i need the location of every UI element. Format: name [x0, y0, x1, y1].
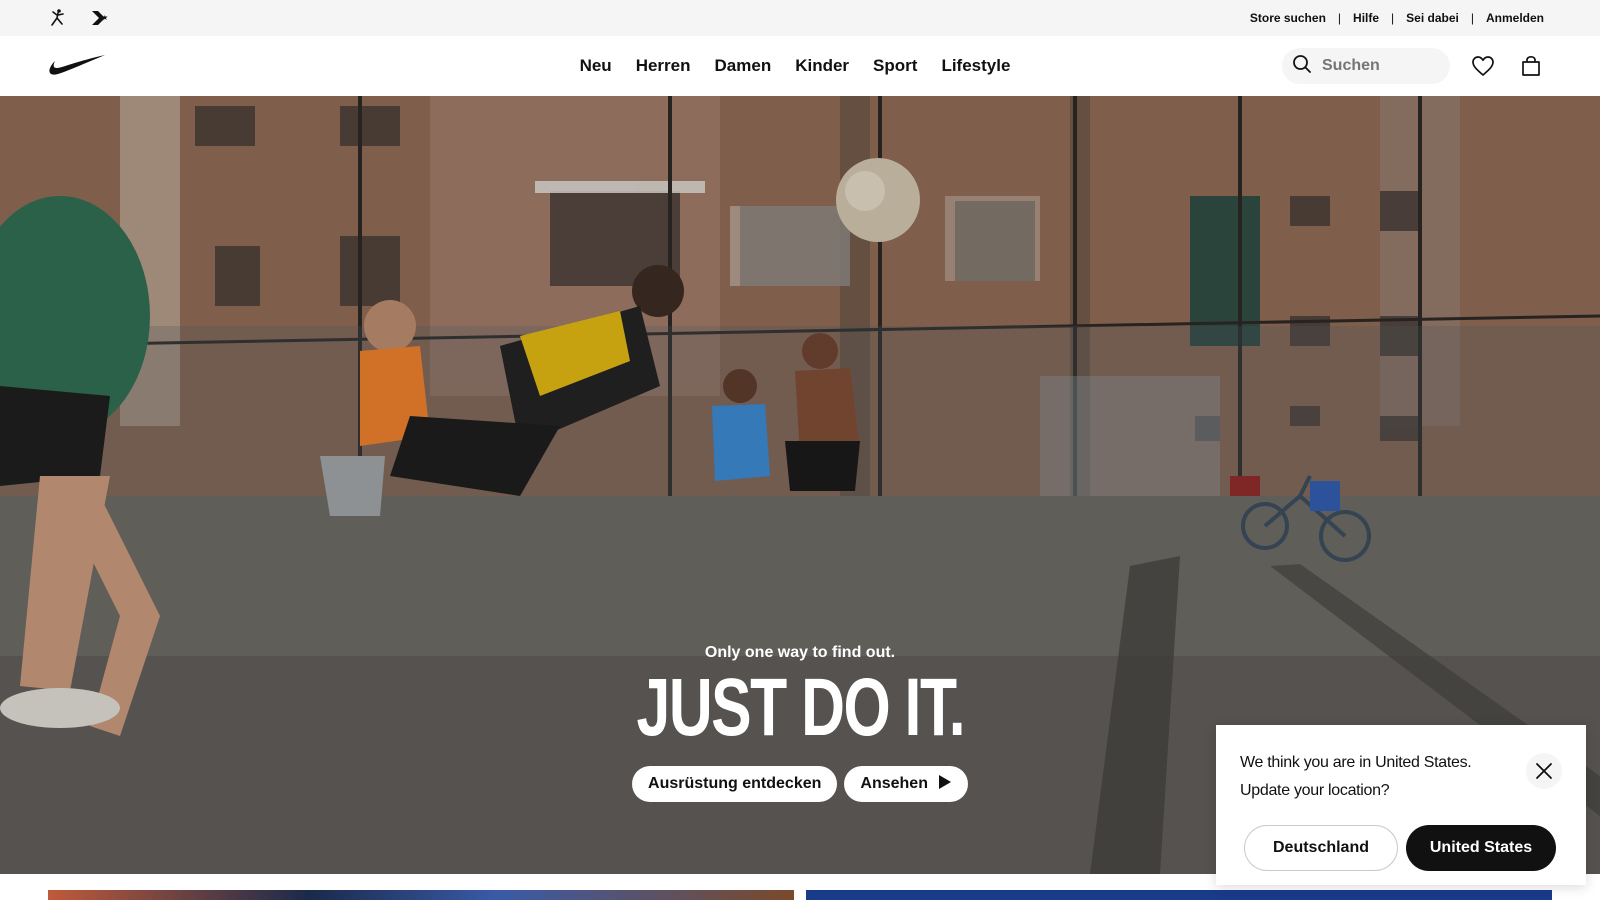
utility-bar: Store suchen | Hilfe | Sei dabei | Anmel…	[0, 0, 1600, 36]
shop-gear-label: Ausrüstung entdecken	[648, 775, 822, 792]
main-navigation: Neu Herren Damen Kinder Sport Lifestyle	[0, 36, 1600, 96]
promo-card-right[interactable]	[806, 890, 1552, 900]
hero-title: JUST DO IT.	[636, 662, 965, 753]
nav-item-women[interactable]: Damen	[715, 56, 772, 76]
brand-switcher	[48, 8, 112, 28]
bag-icon[interactable]	[1516, 51, 1546, 81]
location-message: We think you are in United States. Updat…	[1240, 749, 1510, 805]
nav-item-new[interactable]: Neu	[580, 56, 612, 76]
store-finder-link[interactable]: Store suchen	[1238, 11, 1338, 25]
help-link[interactable]: Hilfe	[1341, 11, 1391, 25]
search-input[interactable]	[1322, 57, 1432, 75]
search-icon[interactable]	[1292, 54, 1312, 79]
hero-subtitle: Only one way to find out.	[704, 644, 896, 661]
converse-icon[interactable]	[90, 8, 112, 28]
watch-video-label: Ansehen	[860, 775, 928, 792]
jordan-jumpman-icon[interactable]	[48, 8, 68, 28]
close-icon[interactable]	[1526, 753, 1562, 789]
location-popup: We think you are in United States. Updat…	[1216, 725, 1586, 885]
switch-united-states-button[interactable]: United States	[1406, 825, 1556, 871]
location-actions: Deutschland United States	[1244, 825, 1562, 871]
location-line-2: Update your location?	[1240, 782, 1390, 799]
nav-actions	[1282, 48, 1546, 84]
nav-item-lifestyle[interactable]: Lifestyle	[941, 56, 1010, 76]
nav-item-sport[interactable]: Sport	[873, 56, 917, 76]
search-box[interactable]	[1282, 48, 1450, 84]
join-link[interactable]: Sei dabei	[1394, 11, 1471, 25]
nike-swoosh-icon[interactable]	[48, 54, 106, 81]
promo-card-left[interactable]	[48, 890, 794, 900]
nav-item-men[interactable]: Herren	[636, 56, 691, 76]
nav-item-kids[interactable]: Kinder	[795, 56, 849, 76]
play-icon	[938, 774, 952, 795]
stay-germany-button[interactable]: Deutschland	[1244, 825, 1398, 871]
location-line-1: We think you are in United States.	[1240, 754, 1472, 771]
heart-icon[interactable]	[1468, 51, 1498, 81]
sign-in-link[interactable]: Anmelden	[1474, 11, 1552, 25]
shop-gear-button[interactable]: Ausrüstung entdecken	[632, 766, 838, 802]
utility-links: Store suchen | Hilfe | Sei dabei | Anmel…	[1238, 11, 1552, 25]
watch-video-button[interactable]: Ansehen	[844, 766, 968, 802]
